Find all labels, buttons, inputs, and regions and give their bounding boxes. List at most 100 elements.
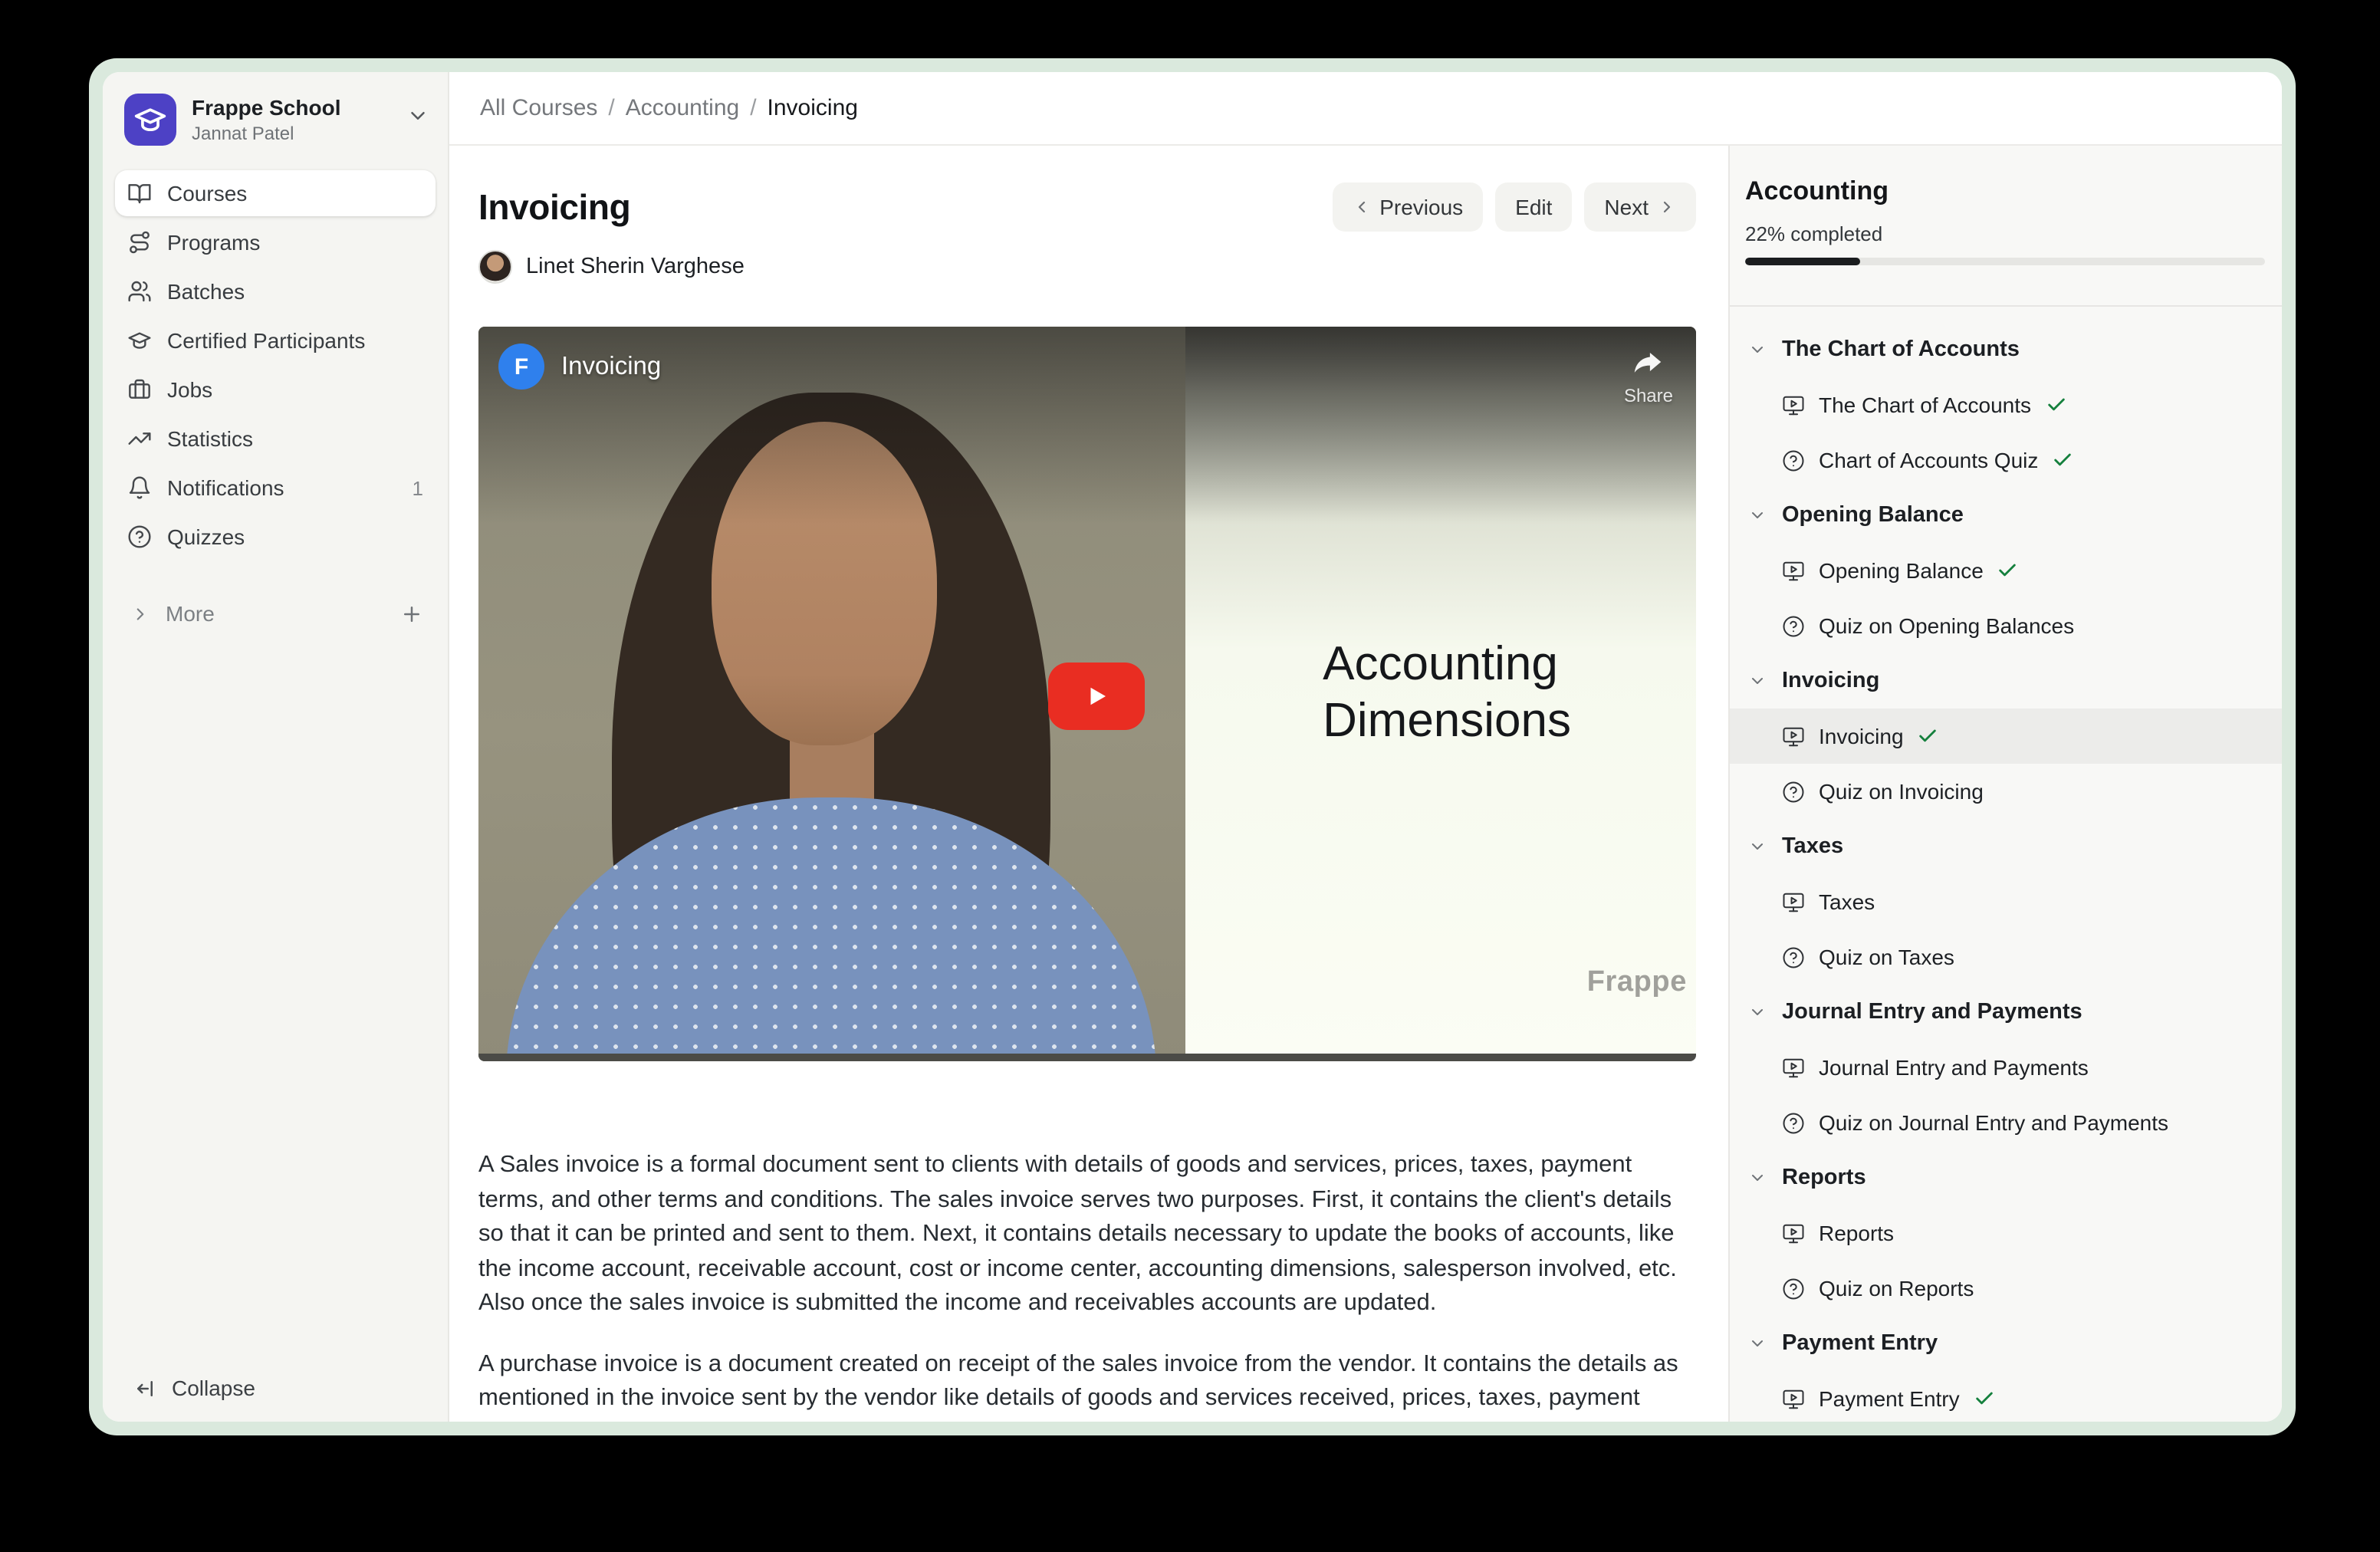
outline-section-payment-entry[interactable]: Payment Entry (1730, 1316, 2282, 1371)
monitor-play-icon (1782, 890, 1805, 913)
sidebar-more-label: More (166, 601, 385, 626)
breadcrumb-accounting[interactable]: Accounting (626, 95, 739, 121)
course-outline-panel: Accounting 22% completed The Chart of Ac… (1728, 146, 2282, 1422)
graduation-cap-icon (127, 328, 152, 353)
video-header: F Invoicing (498, 344, 661, 390)
sidebar-item-courses[interactable]: Courses (115, 170, 436, 216)
breadcrumb-separator: / (750, 95, 756, 121)
check-icon (2045, 394, 2066, 416)
outline-lesson-invoicing[interactable]: Invoicing (1730, 709, 2282, 764)
outline-item-label: Journal Entry and Payments (1819, 1055, 2089, 1080)
outline-section-reports[interactable]: Reports (1730, 1150, 2282, 1205)
outline-lesson-the-chart-of-accounts[interactable]: The Chart of Accounts (1730, 377, 2282, 432)
share-label: Share (1624, 385, 1673, 406)
outline-item-label: Opening Balance (1819, 558, 1984, 583)
video-progress-bar[interactable] (478, 1054, 1696, 1061)
left-sidebar: Frappe School Jannat Patel Courses Progra… (103, 72, 449, 1422)
chevron-down-icon (1748, 1169, 1767, 1187)
sidebar-menu: Courses Programs Batches Certified Particip… (103, 164, 448, 563)
outline-quiz-quiz-on-taxes[interactable]: Quiz on Taxes (1730, 929, 2282, 985)
outline-item-label: Invoicing (1819, 724, 1904, 748)
youtube-video-player[interactable]: Accounting Dimensions Frappe F Invoicing (478, 327, 1696, 1061)
sidebar-item-quizzes[interactable]: Quizzes (115, 514, 436, 560)
edit-button[interactable]: Edit (1495, 182, 1572, 232)
outline-lesson-payment-entry[interactable]: Payment Entry (1730, 1371, 2282, 1422)
plus-icon[interactable] (400, 602, 423, 625)
course-progress-track (1745, 258, 2265, 265)
play-button[interactable] (1047, 663, 1144, 731)
sidebar-item-statistics[interactable]: Statistics (115, 416, 436, 462)
outline-item-label: Payment Entry (1819, 1386, 1960, 1411)
outline-section-invoicing[interactable]: Invoicing (1730, 653, 2282, 709)
outline-section-title: Opening Balance (1782, 503, 1964, 528)
chevron-down-icon (1748, 1334, 1767, 1353)
outline-quiz-quiz-on-journal-entry-and-payments[interactable]: Quiz on Journal Entry and Payments (1730, 1095, 2282, 1150)
help-circle-icon (1782, 780, 1805, 803)
sidebar-item-label: Programs (167, 230, 423, 255)
graduation-cap-icon (133, 103, 167, 136)
outline-quiz-chart-of-accounts-quiz[interactable]: Chart of Accounts Quiz (1730, 432, 2282, 488)
help-circle-icon (1782, 945, 1805, 968)
lesson-main: Invoicing Previous Edit (449, 146, 1728, 1422)
notification-count-badge: 1 (413, 476, 423, 499)
author-avatar (478, 250, 512, 284)
channel-avatar[interactable]: F (498, 344, 544, 390)
outline-lesson-opening-balance[interactable]: Opening Balance (1730, 543, 2282, 598)
outline-quiz-quiz-on-invoicing[interactable]: Quiz on Invoicing (1730, 764, 2282, 819)
sidebar-more[interactable]: More (103, 590, 448, 636)
sidebar-item-certified-participants[interactable]: Certified Participants (115, 317, 436, 363)
monitor-play-icon (1782, 725, 1805, 748)
chevron-down-icon (1748, 340, 1767, 359)
course-title: Accounting (1745, 176, 2265, 207)
outline-quiz-quiz-on-opening-balances[interactable]: Quiz on Opening Balances (1730, 598, 2282, 653)
video-title[interactable]: Invoicing (561, 352, 661, 381)
breadcrumb-all-courses[interactable]: All Courses (480, 95, 597, 121)
bell-icon (127, 475, 152, 500)
next-button[interactable]: Next (1584, 182, 1696, 232)
previous-button[interactable]: Previous (1332, 182, 1483, 232)
outline-section-title: Invoicing (1782, 669, 1879, 693)
outline-lesson-journal-entry-and-payments[interactable]: Journal Entry and Payments (1730, 1040, 2282, 1095)
share-button[interactable]: Share (1624, 345, 1673, 406)
help-circle-icon (1782, 1111, 1805, 1134)
course-progress-label: 22% completed (1745, 222, 2265, 245)
collapse-left-icon (133, 1376, 156, 1399)
sidebar-item-notifications[interactable]: Notifications1 (115, 465, 436, 511)
sidebar-item-label: Courses (167, 181, 423, 206)
users-icon (127, 279, 152, 304)
outline-section-opening-balance[interactable]: Opening Balance (1730, 488, 2282, 543)
content-row: Invoicing Previous Edit (449, 146, 2282, 1422)
monitor-play-icon (1782, 393, 1805, 416)
sidebar-item-label: Batches (167, 279, 423, 304)
sidebar-item-jobs[interactable]: Jobs (115, 367, 436, 413)
sidebar-spacer (103, 636, 448, 1376)
edit-button-label: Edit (1515, 195, 1552, 219)
chevron-left-icon (1352, 198, 1370, 216)
outline-section-journal-entry-and-payments[interactable]: Journal Entry and Payments (1730, 985, 2282, 1040)
frappe-school-logo (124, 94, 176, 146)
course-panel-header: Accounting 22% completed (1730, 146, 2282, 307)
sidebar-collapse-button[interactable]: Collapse (103, 1376, 448, 1422)
check-icon (1997, 560, 2019, 581)
main-region: All Courses / Accounting / Invoicing Inv… (449, 72, 2282, 1422)
outline-section-the-chart-of-accounts[interactable]: The Chart of Accounts (1730, 322, 2282, 377)
outline-item-label: Reports (1819, 1221, 1894, 1245)
outline-section-title: Payment Entry (1782, 1331, 1938, 1356)
page-title: Invoicing (478, 186, 630, 228)
sidebar-item-batches[interactable]: Batches (115, 268, 436, 314)
author-name: Linet Sherin Varghese (526, 255, 745, 279)
lesson-title-row: Invoicing Previous Edit (478, 182, 1696, 232)
play-icon (1076, 677, 1116, 717)
outline-lesson-taxes[interactable]: Taxes (1730, 874, 2282, 929)
app-switcher[interactable]: Frappe School Jannat Patel (103, 72, 448, 164)
sidebar-item-label: Jobs (167, 377, 423, 402)
video-slide-title: Accounting Dimensions (1323, 635, 1681, 748)
sidebar-item-programs[interactable]: Programs (115, 219, 436, 265)
outline-item-label: Chart of Accounts Quiz (1819, 448, 2038, 472)
breadcrumb: All Courses / Accounting / Invoicing (480, 95, 858, 121)
share-icon (1631, 345, 1666, 380)
outline-section-title: Reports (1782, 1166, 1866, 1190)
outline-quiz-quiz-on-reports[interactable]: Quiz on Reports (1730, 1261, 2282, 1316)
outline-section-taxes[interactable]: Taxes (1730, 819, 2282, 874)
outline-lesson-reports[interactable]: Reports (1730, 1205, 2282, 1261)
